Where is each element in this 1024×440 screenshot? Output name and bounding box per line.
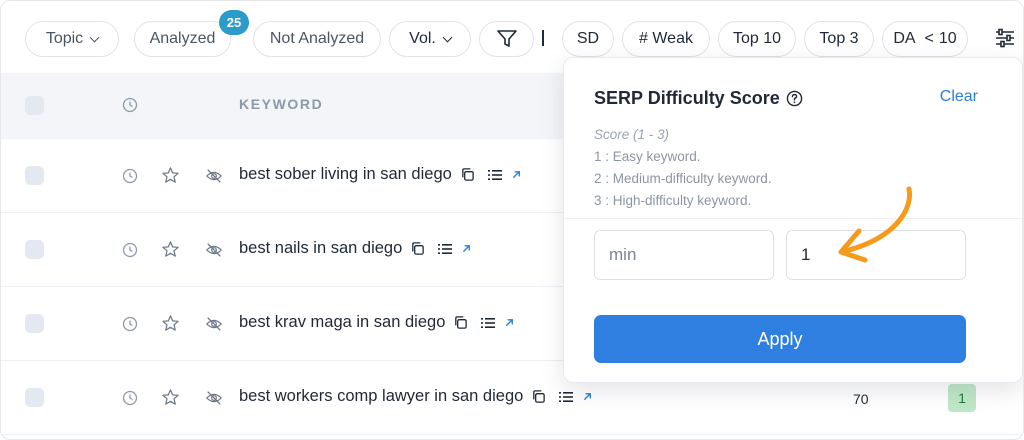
keyword-cell: best sober living in san diego: [239, 165, 522, 184]
top10-filter[interactable]: Top 10: [718, 21, 796, 57]
keyword-text[interactable]: best krav maga in san diego: [239, 313, 445, 332]
settings-sliders-icon[interactable]: [994, 28, 1016, 48]
da-operator: <: [924, 30, 934, 47]
eye-off-icon[interactable]: [205, 241, 223, 259]
sd-filter[interactable]: SD: [562, 21, 614, 57]
min-input[interactable]: [594, 230, 774, 280]
row-checkbox[interactable]: [25, 388, 44, 407]
weak-filter[interactable]: # Weak: [622, 21, 710, 57]
volume-dropdown[interactable]: Vol.: [389, 21, 471, 57]
list-icon[interactable]: [480, 316, 496, 330]
copy-icon[interactable]: [410, 241, 425, 256]
keyword-column-header[interactable]: KEYWORD: [239, 96, 323, 112]
score-description: Score (1 - 3) 1 : Easy keyword. 2 : Medi…: [594, 124, 772, 212]
popover-title: SERP Difficulty Score: [594, 88, 803, 109]
copy-icon[interactable]: [453, 315, 468, 330]
topic-dropdown[interactable]: Topic: [25, 21, 119, 57]
row-checkbox[interactable]: [25, 166, 44, 185]
popover-divider: [564, 218, 1022, 219]
top3-filter[interactable]: Top 3: [804, 21, 874, 57]
star-icon[interactable]: [161, 240, 180, 259]
analyzed-label: Analyzed: [149, 30, 216, 47]
keyword-cell: best nails in san diego: [239, 239, 472, 258]
row-checkbox[interactable]: [25, 314, 44, 333]
list-icon[interactable]: [437, 242, 453, 256]
topic-label: Topic: [45, 30, 84, 47]
clear-button[interactable]: Clear: [940, 88, 978, 106]
chevron-down-icon: [89, 32, 100, 42]
external-link-icon[interactable]: [504, 317, 515, 328]
star-icon[interactable]: [161, 388, 180, 407]
filter-button[interactable]: [479, 21, 534, 57]
history-icon[interactable]: [122, 168, 138, 184]
eye-off-icon[interactable]: [205, 315, 223, 333]
copy-icon[interactable]: [531, 389, 546, 404]
list-icon[interactable]: [558, 390, 574, 404]
eye-off-icon[interactable]: [205, 167, 223, 185]
list-icon[interactable]: [487, 168, 503, 182]
da-filter[interactable]: DA < 10: [882, 21, 968, 57]
chevron-down-icon: [442, 32, 453, 42]
not-analyzed-filter[interactable]: Not Analyzed: [253, 21, 381, 57]
annotation-arrow-icon: [838, 186, 912, 263]
score-easy-text: 1 : Easy keyword.: [594, 149, 701, 164]
score-medium-text: 2 : Medium-difficulty keyword.: [594, 171, 772, 186]
score-high-text: 3 : High-difficulty keyword.: [594, 193, 752, 208]
copy-icon[interactable]: [460, 167, 475, 182]
analyzed-count-badge: 25: [219, 10, 249, 35]
sd-score-badge: 1: [948, 384, 976, 412]
app-frame: Topic Analyzed 25 Not Analyzed Vol. SD #…: [0, 0, 1024, 440]
keyword-text[interactable]: best sober living in san diego: [239, 165, 452, 184]
volume-cell: 70: [853, 391, 869, 407]
history-icon[interactable]: [122, 390, 138, 406]
keyword-cell: best workers comp lawyer in san diego: [239, 387, 593, 406]
keyword-cell: best krav maga in san diego: [239, 313, 515, 332]
serp-difficulty-popover: SERP Difficulty Score Clear Score (1 - 3…: [563, 57, 1023, 383]
help-circle-icon[interactable]: [786, 90, 803, 107]
star-icon[interactable]: [161, 166, 180, 185]
filter-icon: [496, 30, 517, 47]
weak-label: # Weak: [639, 30, 693, 47]
star-icon[interactable]: [161, 314, 180, 333]
apply-button[interactable]: Apply: [594, 315, 966, 363]
score-range-text: Score (1 - 3): [594, 127, 670, 142]
top10-label: Top 10: [732, 30, 782, 47]
keyword-text[interactable]: best workers comp lawyer in san diego: [239, 387, 523, 406]
volume-label: Vol.: [409, 30, 436, 47]
popover-title-text: SERP Difficulty Score: [594, 88, 780, 108]
history-icon[interactable]: [122, 242, 138, 258]
external-link-icon[interactable]: [511, 169, 522, 180]
history-icon: [122, 97, 138, 113]
analyzed-filter[interactable]: Analyzed: [134, 21, 231, 57]
select-all-checkbox[interactable]: [25, 96, 44, 115]
not-analyzed-label: Not Analyzed: [269, 30, 365, 47]
keyword-text[interactable]: best nails in san diego: [239, 239, 402, 258]
external-link-icon[interactable]: [461, 243, 472, 254]
da-label: DA: [893, 30, 916, 47]
da-value: 10: [938, 30, 957, 47]
history-icon[interactable]: [122, 316, 138, 332]
row-checkbox[interactable]: [25, 240, 44, 259]
top3-label: Top 3: [819, 30, 859, 47]
sd-label: SD: [576, 30, 600, 47]
external-link-icon[interactable]: [582, 391, 593, 402]
eye-off-icon[interactable]: [205, 389, 223, 407]
toolbar-separator: [542, 28, 544, 48]
